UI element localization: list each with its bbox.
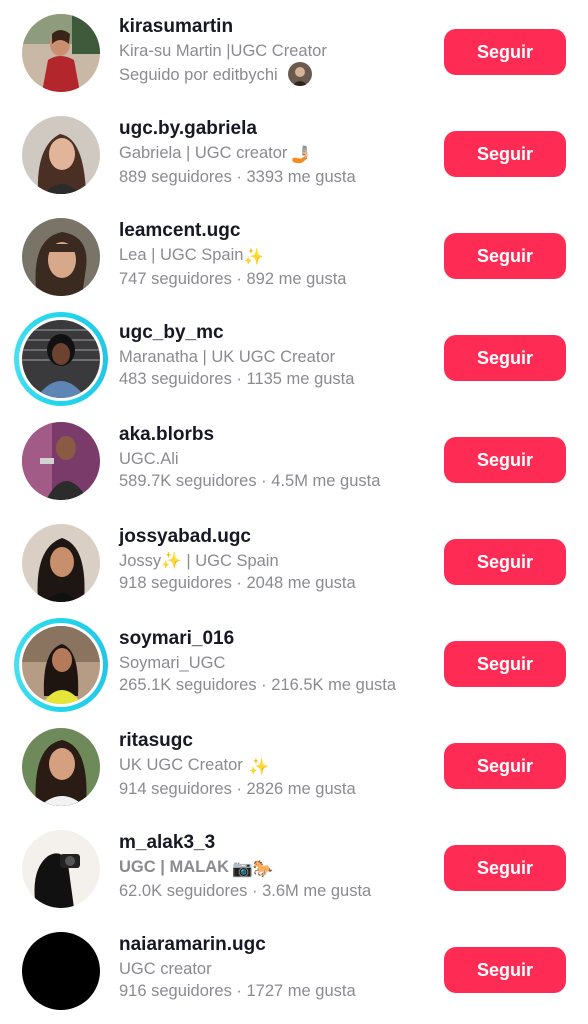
- follow-button[interactable]: Seguir: [444, 539, 566, 585]
- sparkles-icon: ✨: [161, 552, 182, 570]
- username[interactable]: soymari_016: [119, 626, 419, 652]
- user-info: soymari_016 Soymari_UGC 265.1K seguidore…: [119, 626, 419, 696]
- display-name: UGC | MALAK 📷🐎: [119, 856, 419, 880]
- follow-button[interactable]: Seguir: [444, 437, 566, 483]
- user-info: kirasumartin Kira-su Martin |UGC Creator…: [119, 14, 419, 86]
- follow-button[interactable]: Seguir: [444, 947, 566, 993]
- display-name-suffix: | UGC Spain: [186, 552, 279, 570]
- username[interactable]: aka.blorbs: [119, 422, 419, 448]
- avatar[interactable]: [22, 422, 100, 500]
- follow-button[interactable]: Seguir: [444, 845, 566, 891]
- user-row[interactable]: soymari_016 Soymari_UGC 265.1K seguidore…: [0, 612, 588, 714]
- display-name: Kira-su Martin |UGC Creator: [119, 42, 327, 60]
- user-row[interactable]: m_alak3_3 UGC | MALAK 📷🐎 62.0K seguidores…: [0, 816, 588, 918]
- user-info: m_alak3_3 UGC | MALAK 📷🐎 62.0K seguidores…: [119, 830, 419, 902]
- sparkles-icon: ✨: [243, 248, 264, 266]
- display-name: Lea | UGC Spain✨: [119, 244, 419, 268]
- display-name-text: Jossy: [119, 552, 162, 570]
- avatar[interactable]: [22, 830, 100, 908]
- username[interactable]: ugc_by_mc: [119, 320, 419, 346]
- user-info: jossyabad.ugc Jossy✨ | UGC Spain 918 seg…: [119, 524, 419, 594]
- stats: 265.1K seguidores · 216.5K me gusta: [119, 676, 397, 694]
- user-row[interactable]: ugc_by_mc Maranatha | UK UGC Creator 483…: [0, 306, 588, 408]
- selfie-emoji-icon: 🤳🏼: [290, 146, 311, 164]
- username[interactable]: m_alak3_3: [119, 830, 419, 856]
- sparkles-icon: ✨: [248, 758, 270, 776]
- suggested-accounts-list: kirasumartin Kira-su Martin |UGC Creator…: [0, 0, 588, 1024]
- avatar[interactable]: [22, 728, 100, 806]
- username[interactable]: ugc.by.gabriela: [119, 116, 419, 142]
- username[interactable]: ritasugc: [119, 728, 419, 754]
- user-info: ugc_by_mc Maranatha | UK UGC Creator 483…: [119, 320, 419, 390]
- avatar-with-story-ring[interactable]: [14, 618, 108, 712]
- follow-button[interactable]: Seguir: [444, 29, 566, 75]
- user-info: aka.blorbs UGC.Ali 589.7K seguidores · 4…: [119, 422, 419, 492]
- user-info: ritasugc UK UGC Creator ✨ 914 seguidores …: [119, 728, 419, 800]
- display-name: Jossy✨ | UGC Spain: [119, 550, 419, 572]
- followed-by-text: Seguido por editbychi: [119, 66, 278, 84]
- user-row[interactable]: leamcent.ugc Lea | UGC Spain✨ 747 seguid…: [0, 204, 588, 306]
- user-row[interactable]: naiaramarin.ugc UGC creator 916 seguidor…: [0, 918, 588, 1020]
- display-name-text: Lea | UGC Spain: [119, 246, 244, 264]
- stats: 62.0K seguidores · 3.6M me gusta: [119, 882, 372, 900]
- display-name-text: UK UGC Creator: [119, 756, 243, 774]
- username[interactable]: jossyabad.ugc: [119, 524, 419, 550]
- user-row[interactable]: ritasugc UK UGC Creator ✨ 914 seguidores …: [0, 714, 588, 816]
- display-name: UK UGC Creator ✨: [119, 754, 419, 778]
- camera-horse-emoji-icon: 📷🐎: [232, 860, 274, 878]
- follow-button[interactable]: Seguir: [444, 641, 566, 687]
- follow-button[interactable]: Seguir: [444, 335, 566, 381]
- stats: 914 seguidores · 2826 me gusta: [119, 780, 356, 798]
- stats: 918 seguidores · 2048 me gusta: [119, 574, 356, 592]
- stats: 747 seguidores · 892 me gusta: [119, 270, 347, 288]
- avatar[interactable]: [22, 524, 100, 602]
- display-name-text: Gabriela | UGC creator: [119, 144, 288, 162]
- user-row[interactable]: aka.blorbs UGC.Ali 589.7K seguidores · 4…: [0, 408, 588, 510]
- user-row[interactable]: ugc.by.gabriela Gabriela | UGC creator 🤳🏼…: [0, 102, 588, 204]
- stats: 589.7K seguidores · 4.5M me gusta: [119, 472, 381, 490]
- user-info: leamcent.ugc Lea | UGC Spain✨ 747 seguid…: [119, 218, 419, 290]
- display-name: UGC.Ali: [119, 450, 179, 468]
- stats: 916 seguidores · 1727 me gusta: [119, 982, 356, 1000]
- avatar[interactable]: [22, 116, 100, 194]
- username[interactable]: leamcent.ugc: [119, 218, 419, 244]
- user-row[interactable]: kirasumartin Kira-su Martin |UGC Creator…: [0, 0, 588, 102]
- mutual-follower-avatar: [287, 62, 312, 86]
- avatar-with-story-ring[interactable]: [14, 312, 108, 406]
- follow-button[interactable]: Seguir: [444, 233, 566, 279]
- username[interactable]: kirasumartin: [119, 14, 419, 40]
- followed-by: Seguido por editbychi: [119, 62, 419, 86]
- display-name: UGC creator: [119, 960, 212, 978]
- avatar[interactable]: [22, 932, 100, 1010]
- stats: 889 seguidores · 3393 me gusta: [119, 168, 356, 186]
- follow-button[interactable]: Seguir: [444, 131, 566, 177]
- avatar[interactable]: [22, 14, 100, 92]
- user-info: naiaramarin.ugc UGC creator 916 seguidor…: [119, 932, 419, 1002]
- stats: 483 seguidores · 1135 me gusta: [119, 370, 355, 388]
- avatar[interactable]: [22, 218, 100, 296]
- display-name: Soymari_UGC: [119, 654, 226, 672]
- display-name-text: UGC | MALAK: [119, 858, 230, 876]
- follow-button[interactable]: Seguir: [444, 743, 566, 789]
- display-name: Gabriela | UGC creator 🤳🏼: [119, 142, 419, 166]
- user-row[interactable]: jossyabad.ugc Jossy✨ | UGC Spain 918 seg…: [0, 510, 588, 612]
- display-name: Maranatha | UK UGC Creator: [119, 348, 336, 366]
- user-info: ugc.by.gabriela Gabriela | UGC creator 🤳🏼…: [119, 116, 419, 188]
- username[interactable]: naiaramarin.ugc: [119, 932, 419, 958]
